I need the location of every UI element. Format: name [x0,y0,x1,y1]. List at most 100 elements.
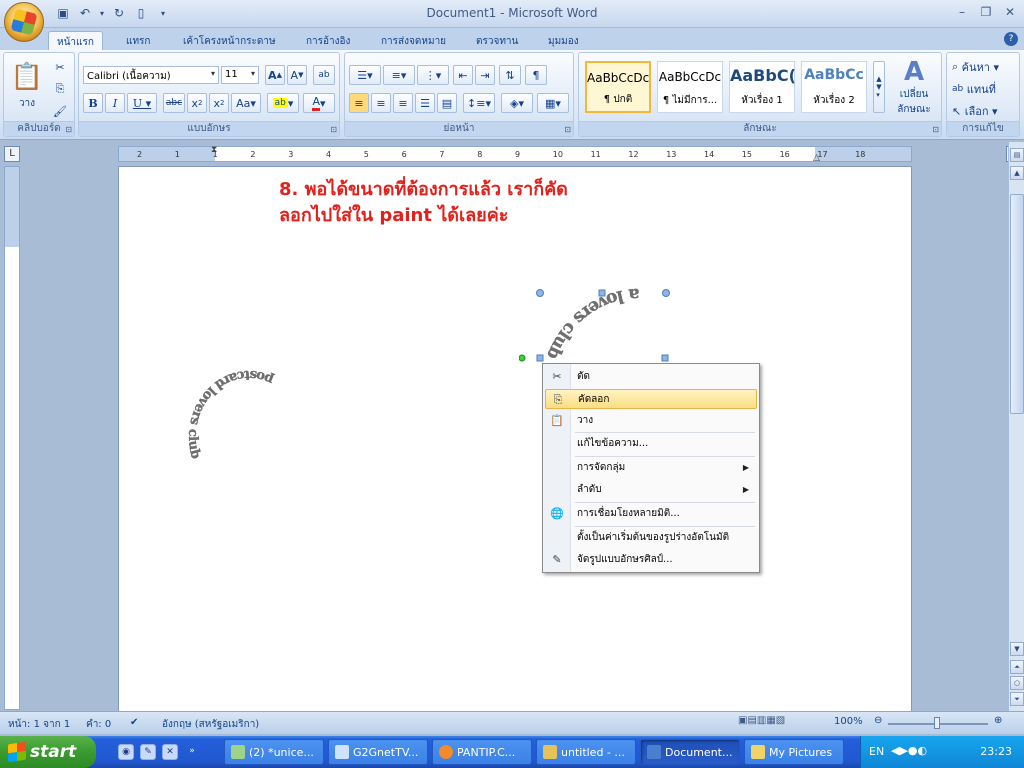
paste-button[interactable]: 📋 วาง [8,57,46,115]
replace-button[interactable]: ab แทนที่ [951,79,1017,99]
previous-page-icon[interactable]: ⏶ [1010,660,1024,674]
decrease-indent-icon[interactable]: ⇤ [453,65,473,85]
scroll-up-icon[interactable]: ▲ [1010,166,1024,180]
format-painter-icon[interactable]: 🖌 [50,101,70,121]
right-indent-marker-icon[interactable]: △ [813,153,820,163]
menu-item-set-default[interactable]: ตั้งเป็นค่าเริ่มต้นของรูปร่างอัตโนมัติ [545,528,757,548]
style-heading-1[interactable]: AaBbC( หัวเรื่อง 1 [729,61,796,113]
language-status[interactable]: อังกฤษ (สหรัฐอเมริกา) [162,717,259,732]
proofing-icon[interactable]: ✔ [130,717,138,728]
quicklaunch-icon[interactable]: ✕ [162,744,178,760]
strikethrough-icon[interactable]: abc [163,93,185,113]
selection-handle[interactable] [536,354,544,362]
language-indicator[interactable]: EN [869,745,884,758]
task-button[interactable]: untitled - ... [536,739,636,765]
restore-icon[interactable]: ❐ [978,4,994,20]
document-page[interactable]: 8. พอได้ขนาดที่ต้องการแล้ว เราก็คัด ลอกไ… [118,166,912,711]
superscript-icon[interactable]: x2 [209,93,229,113]
tab-page-layout[interactable]: เค้าโครงหน้ากระดาษ [175,31,284,50]
menu-item-cut[interactable]: ✂ ตัด [545,367,757,387]
ruler-toggle-icon[interactable]: ▤ [1010,148,1024,162]
find-button[interactable]: ⌕ ค้นหา ▾ [951,57,1017,77]
task-button[interactable]: (2) *unice... [224,739,324,765]
font-size-combo[interactable]: 11 ▾ [221,66,259,84]
task-button[interactable]: My Pictures [744,739,844,765]
font-color-icon[interactable]: A ▾ [303,93,335,113]
menu-item-copy[interactable]: ⎘ คัดลอก [545,389,757,409]
task-button[interactable]: Document... [640,739,740,765]
minimize-icon[interactable]: – [954,4,970,20]
align-center-icon[interactable]: ≡ [371,93,391,113]
tab-view[interactable]: มุมมอง [540,31,587,50]
line-spacing-icon[interactable]: ↕≡▾ [463,93,495,113]
change-styles-button[interactable]: A เปลี่ยน ลักษณะ [889,57,939,117]
menu-item-hyperlink[interactable]: 🌐 การเชื่อมโยงหลายมิติ... [545,504,757,524]
wordart-left[interactable]: postcard lovers club [179,357,299,517]
subscript-icon[interactable]: x2 [187,93,207,113]
styles-scroll[interactable]: ▲ ▼ ▾ [873,61,885,113]
tab-selector-icon[interactable]: L [4,146,20,162]
bullets-icon[interactable]: ☰▾ [349,65,381,85]
word-count[interactable]: คำ: 0 [86,717,111,732]
menu-item-paste[interactable]: 📋 วาง [545,411,757,431]
menu-item-order[interactable]: ลำดับ ▶ [545,480,757,500]
tab-mailings[interactable]: การส่งจดหมาย [373,31,454,50]
show-hide-icon[interactable]: ¶ [525,65,547,85]
selection-handle[interactable] [536,289,544,297]
select-button[interactable]: ↖ เลือก ▾ [951,101,1017,121]
highlight-icon[interactable]: ab ▾ [267,93,299,113]
distributed-icon[interactable]: ▤ [437,93,457,113]
style-no-spacing[interactable]: AaBbCcDc ¶ ไม่มีการ... [657,61,723,113]
styles-launcher-icon[interactable]: ⊡ [932,125,939,134]
shading-icon[interactable]: ◈▾ [501,93,533,113]
zoom-out-icon[interactable]: ⊖ [874,715,882,726]
zoom-thumb[interactable] [934,717,940,729]
underline-icon[interactable]: U ▾ [127,93,157,113]
clear-formatting-icon[interactable]: ab [313,65,335,85]
start-button[interactable]: start [0,736,96,768]
adjustment-handle[interactable] [519,354,526,362]
change-case-icon[interactable]: Aa▾ [231,93,261,113]
menu-item-format-wordart[interactable]: ✎ จัดรูปแบบอักษรศิลป์... [545,550,757,570]
select-browse-object-icon[interactable]: ○ [1010,676,1024,690]
multilevel-list-icon[interactable]: ⋮▾ [417,65,449,85]
align-left-icon[interactable]: ≡ [349,93,369,113]
scroll-down-icon[interactable]: ▼ [1010,642,1024,656]
shrink-font-icon[interactable]: A ▼ [287,65,307,85]
style-normal[interactable]: AaBbCcDc ¶ ปกติ [585,61,651,113]
font-launcher-icon[interactable]: ⊡ [330,125,337,134]
font-name-combo[interactable]: Calibri (เนื้อความ) ▾ [83,66,219,84]
increase-indent-icon[interactable]: ⇥ [475,65,495,85]
quicklaunch-icon[interactable]: ◉ [118,744,134,760]
paragraph-launcher-icon[interactable]: ⊡ [564,125,571,134]
borders-icon[interactable]: ▦▾ [537,93,569,113]
zoom-level[interactable]: 100% [834,716,863,727]
vertical-scrollbar[interactable]: ▤ ▲ ▼ ⏶ ○ ⏷ [1008,142,1024,711]
task-button[interactable]: G2GnetTV... [328,739,428,765]
horizontal-ruler[interactable]: 2 1 1 2 3 4 5 6 7 8 9 10 11 12 13 14 15 16 17 18 ⧗ △ [118,145,912,163]
help-icon[interactable]: ? [1004,32,1018,46]
selection-handle[interactable] [662,289,670,297]
scroll-thumb[interactable] [1010,194,1024,414]
zoom-in-icon[interactable]: ⊕ [994,715,1002,726]
selection-handle[interactable] [661,354,669,362]
grow-font-icon[interactable]: A ▲ [265,65,285,85]
view-buttons[interactable]: ▣▤▥▦▧ [738,715,785,726]
menu-item-edit-text[interactable]: แก้ไขข้อความ... [545,434,757,454]
italic-icon[interactable]: I [105,93,125,113]
menu-item-grouping[interactable]: การจัดกลุ่ม ▶ [545,458,757,478]
numbering-icon[interactable]: ≡▾ [383,65,415,85]
sort-icon[interactable]: ⇅ [499,65,521,85]
page-count[interactable]: หน้า: 1 จาก 1 [8,717,70,732]
task-button[interactable]: PANTIP.C... [432,739,532,765]
justify-icon[interactable]: ☰ [415,93,435,113]
tab-review[interactable]: ตรวจทาน [468,31,526,50]
office-button[interactable] [4,2,44,42]
next-page-icon[interactable]: ⏷ [1010,692,1024,706]
tab-insert[interactable]: แทรก [118,31,158,50]
tab-home[interactable]: หน้าแรก [48,31,103,50]
copy-icon[interactable]: ⎘ [50,79,70,99]
tab-references[interactable]: การอ้างอิง [298,31,358,50]
align-right-icon[interactable]: ≡ [393,93,413,113]
quicklaunch-icon[interactable]: ✎ [140,744,156,760]
